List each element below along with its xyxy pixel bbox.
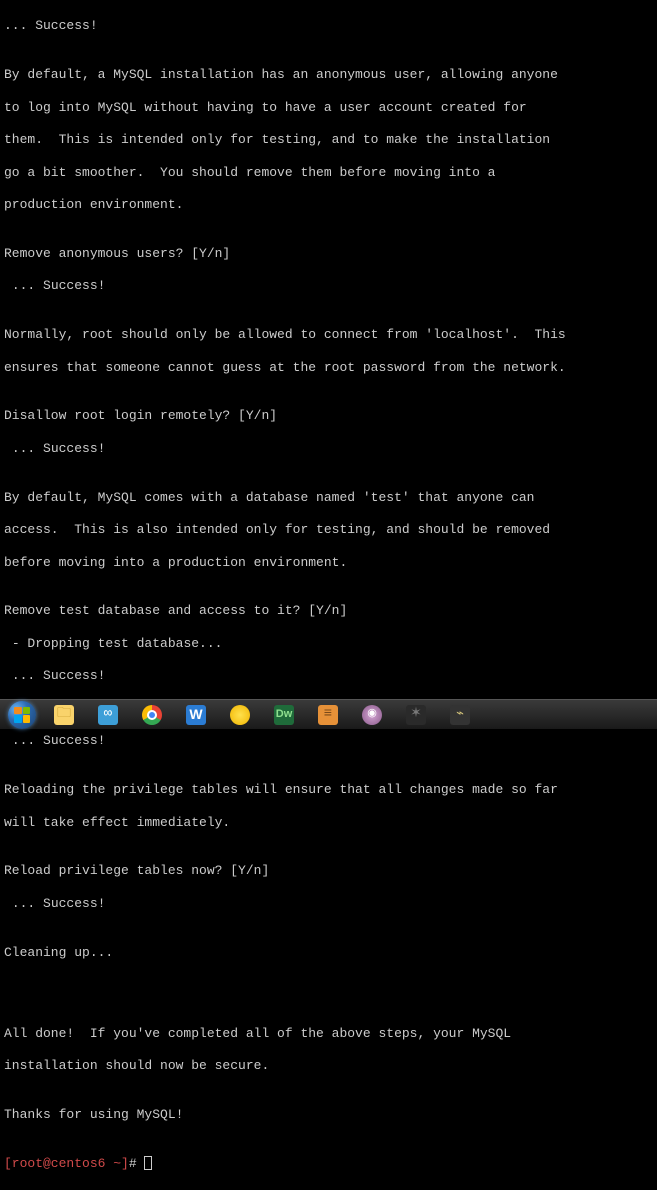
taskbar-item-app-blue[interactable]: ∞ [88, 702, 128, 728]
output-line: All done! If you've completed all of the… [4, 1026, 653, 1042]
word-icon: W [186, 705, 206, 725]
output-line: ensures that someone cannot guess at the… [4, 360, 653, 376]
prompt-user-host: [root@centos6 ~] [4, 1156, 129, 1171]
output-line: ... Success! [4, 278, 653, 294]
taskbar-item-app-yellow[interactable] [220, 702, 260, 728]
app-blue-icon: ∞ [98, 705, 118, 725]
taskbar-item-chrome[interactable] [132, 702, 172, 728]
taskbar-item-dreamweaver[interactable]: Dw [264, 702, 304, 728]
windows-orb-icon [8, 701, 36, 729]
output-line: will take effect immediately. [4, 815, 653, 831]
output-line: ... Success! [4, 441, 653, 457]
output-line: to log into MySQL without having to have… [4, 100, 653, 116]
output-line: installation should now be secure. [4, 1058, 653, 1074]
output-line: Disallow root login remotely? [Y/n] [4, 408, 653, 424]
output-line: Remove anonymous users? [Y/n] [4, 246, 653, 262]
output-line: Reloading the privilege tables will ensu… [4, 782, 653, 798]
taskbar-item-putty[interactable]: ⌁ [440, 702, 480, 728]
chrome-icon [142, 705, 162, 725]
taskbar-item-app-globe[interactable]: ◉ [352, 702, 392, 728]
taskbar: 🗀 ∞ W Dw ≡ ◉ ✶ ⌁ [0, 699, 657, 729]
output-line: ... Success! [4, 733, 653, 749]
app-dark-icon: ✶ [406, 705, 426, 725]
output-line: go a bit smoother. You should remove the… [4, 165, 653, 181]
output-line: Cleaning up... [4, 945, 653, 961]
output-line: By default, MySQL comes with a database … [4, 490, 653, 506]
output-line: Remove test database and access to it? [… [4, 603, 653, 619]
cursor [144, 1156, 152, 1170]
output-line: production environment. [4, 197, 653, 213]
output-line: Normally, root should only be allowed to… [4, 327, 653, 343]
output-line: ... Success! [4, 896, 653, 912]
output-line: ... Success! [4, 18, 653, 34]
output-line: before moving into a production environm… [4, 555, 653, 571]
app-yellow-icon [230, 705, 250, 725]
output-line: - Dropping test database... [4, 636, 653, 652]
output-line: ... Success! [4, 668, 653, 684]
output-line: Reload privilege tables now? [Y/n] [4, 863, 653, 879]
output-line: access. This is also intended only for t… [4, 522, 653, 538]
dreamweaver-icon: Dw [274, 705, 294, 725]
output-line: By default, a MySQL installation has an … [4, 67, 653, 83]
prompt-line[interactable]: [root@centos6 ~]# [4, 1156, 653, 1172]
prompt-hash: # [129, 1156, 145, 1171]
folder-icon: 🗀 [54, 705, 74, 725]
output-line: them. This is intended only for testing,… [4, 132, 653, 148]
app-orange-icon: ≡ [318, 705, 338, 725]
globe-icon: ◉ [362, 705, 382, 725]
start-button[interactable] [2, 700, 42, 730]
putty-icon: ⌁ [450, 705, 470, 725]
taskbar-item-explorer[interactable]: 🗀 [44, 702, 84, 728]
terminal-output[interactable]: ... Success! By default, a MySQL install… [0, 0, 657, 1190]
taskbar-item-app-orange[interactable]: ≡ [308, 702, 348, 728]
output-line: Thanks for using MySQL! [4, 1107, 653, 1123]
taskbar-item-word[interactable]: W [176, 702, 216, 728]
taskbar-item-app-dark[interactable]: ✶ [396, 702, 436, 728]
